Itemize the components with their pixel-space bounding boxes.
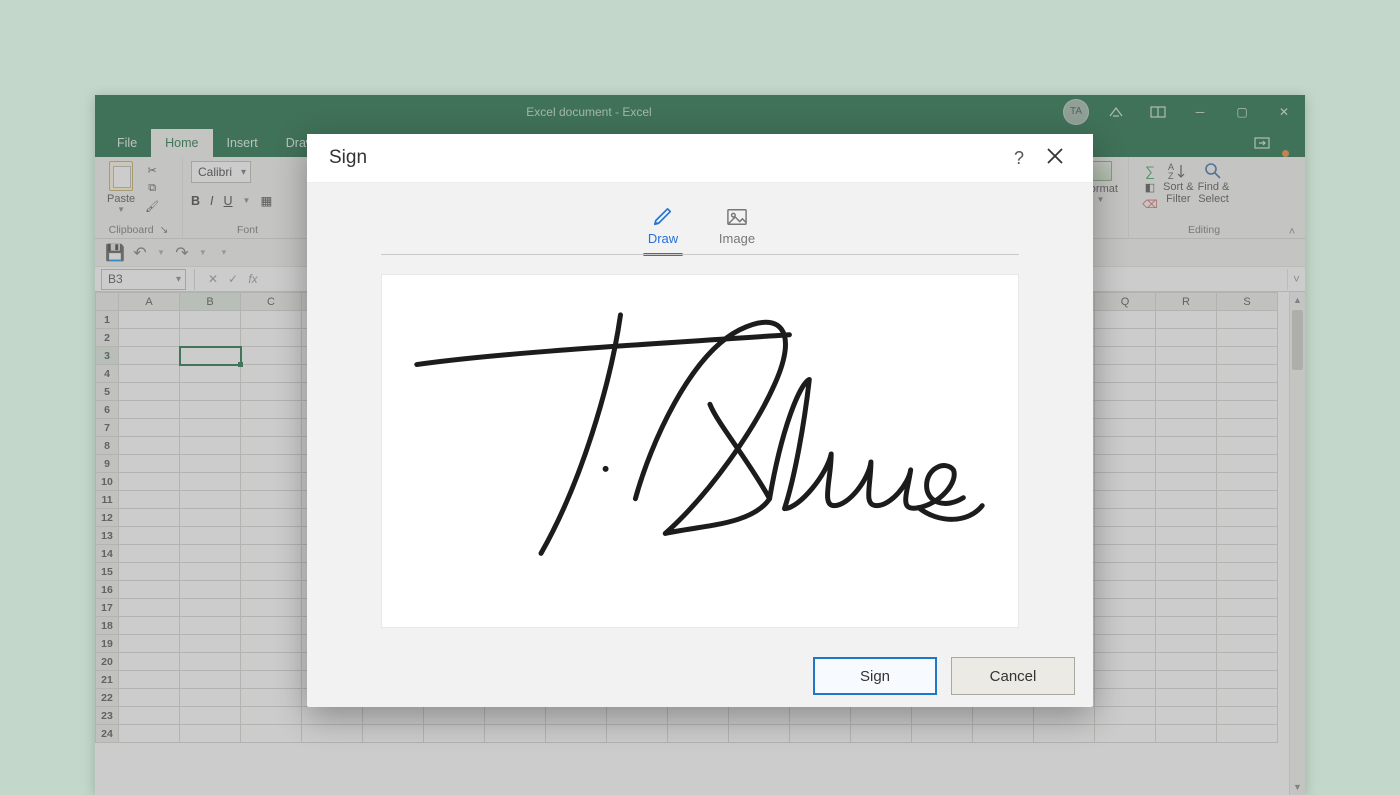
sign-dialog: Sign ? Draw Image [307,134,1093,707]
sign-button[interactable]: Sign [813,657,937,695]
sign-tab-draw-label: Draw [648,231,678,246]
dialog-help-button[interactable]: ? [1001,148,1037,169]
sign-tab-draw[interactable]: Draw [637,207,689,254]
sign-tab-image[interactable]: Image [711,207,763,254]
cancel-button-label: Cancel [990,668,1037,685]
sign-tab-image-label: Image [719,231,755,246]
dialog-title: Sign [329,147,1001,169]
dialog-header: Sign ? [307,134,1093,183]
signature-canvas[interactable] [381,274,1019,628]
pen-icon [652,207,674,227]
signature-stroke [382,275,1018,627]
dialog-close-button[interactable] [1037,147,1073,170]
sign-button-label: Sign [860,668,890,685]
close-icon [1046,147,1064,165]
sign-mode-tabs: Draw Image [307,207,1093,254]
dialog-footer: Sign Cancel [307,645,1093,707]
cancel-button[interactable]: Cancel [951,657,1075,695]
image-icon [726,207,748,227]
